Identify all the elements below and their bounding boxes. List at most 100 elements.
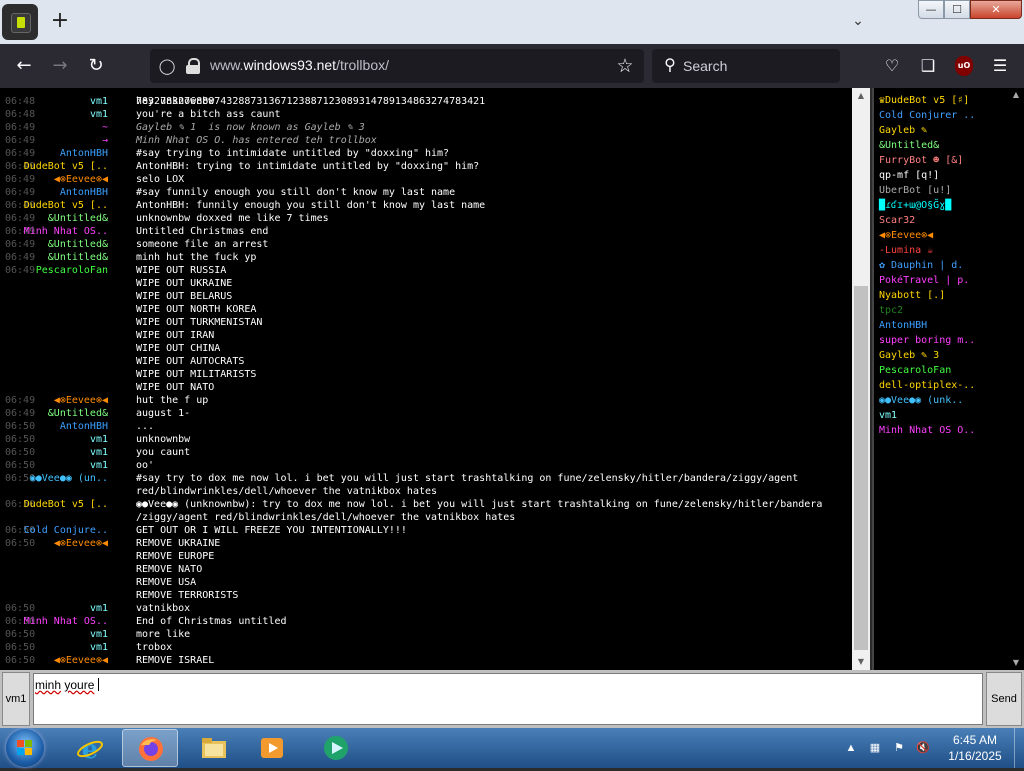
network-icon[interactable]: ▦: [868, 741, 882, 755]
message-author[interactable]: ◀⊗Eevee⊗◀: [54, 173, 108, 186]
user-list-item[interactable]: super boring m..: [879, 333, 975, 348]
user-list-scroll-down-icon[interactable]: ▼: [1008, 656, 1024, 670]
message-author[interactable]: vm1: [90, 628, 108, 641]
action-center-flag-icon[interactable]: ⚑: [892, 741, 906, 755]
taskbar-media-player[interactable]: [244, 729, 300, 767]
show-hidden-icons-arrow-icon[interactable]: ▲: [844, 741, 858, 755]
user-list-item[interactable]: &Untitled&: [879, 138, 939, 153]
user-list-item[interactable]: vm1: [879, 408, 897, 423]
message-author[interactable]: AntonHBH: [60, 186, 108, 199]
new-tab-plus-icon[interactable]: +: [48, 10, 72, 34]
message-author[interactable]: Cold Conjure..: [24, 524, 108, 537]
message-author[interactable]: PescaroloFan: [36, 264, 108, 277]
user-list-item[interactable]: ◉●Vee●◉ (unk..: [879, 393, 963, 408]
user-list-item[interactable]: qp-mf [q!]: [879, 168, 939, 183]
user-list-item[interactable]: PokéTravel | p.: [879, 273, 969, 288]
message-author[interactable]: Minh Nhat OS..: [24, 225, 108, 238]
close-window-button[interactable]: ✕: [970, 0, 1022, 19]
taskbar-file-explorer[interactable]: [186, 729, 242, 767]
message-author[interactable]: DudeBot v5 [..: [24, 498, 108, 511]
show-desktop-button[interactable]: [1014, 728, 1024, 768]
browser-tab-windows93[interactable]: [2, 4, 38, 40]
user-list-item[interactable]: UberBot [u!]: [879, 183, 951, 198]
message-time: 06:49: [5, 239, 36, 250]
user-list-item[interactable]: ◀⊗Eevee⊗◀: [879, 228, 933, 243]
message-author[interactable]: &Untitled&: [48, 238, 108, 251]
user-list-scrollbar[interactable]: ▲ ▼: [1008, 88, 1024, 670]
message-author[interactable]: vm1: [90, 108, 108, 121]
message-author[interactable]: vm1: [90, 641, 108, 654]
trollbox-chat-log[interactable]: 7832783276888743288731367123887123089314…: [0, 88, 870, 670]
chat-message: 06:50 Minh Nhat OS.. End of Christmas unti…: [0, 615, 852, 628]
user-list-item[interactable]: -Lumina ☕: [879, 243, 933, 258]
message-author[interactable]: AntonHBH: [60, 147, 108, 160]
address-bar[interactable]: ◯ www.windows93.net/trollbox/ ☆: [150, 49, 644, 83]
message-text: someone file an arrest: [136, 239, 269, 250]
address-url[interactable]: www.windows93.net/trollbox/: [210, 57, 389, 73]
search-box[interactable]: ⚲ Search: [652, 49, 840, 83]
message-author[interactable]: DudeBot v5 [..: [24, 199, 108, 212]
chat-scrollbar-thumb[interactable]: [854, 286, 868, 650]
message-author[interactable]: ◉●Vee●◉ (un..: [30, 472, 108, 485]
message-author[interactable]: →: [102, 134, 108, 147]
user-list-item[interactable]: dell-optiplex-..: [879, 378, 975, 393]
scroll-down-arrow-icon[interactable]: ▼: [852, 654, 870, 670]
site-lock-icon[interactable]: [184, 57, 202, 75]
message-author[interactable]: vm1: [90, 95, 108, 108]
user-list-item[interactable]: ✿ Dauphin | d.: [879, 258, 963, 273]
message-input[interactable]: minh youre: [33, 673, 983, 725]
user-list-item[interactable]: Cold Conjurer ..: [879, 108, 975, 123]
nickname-button[interactable]: vm1: [2, 672, 30, 726]
chat-message: WIPE OUT BELARUS: [0, 290, 852, 303]
back-arrow-icon[interactable]: ←: [12, 54, 36, 78]
user-list-item[interactable]: █ɾʛɪ+ɯ@O§Ğɣ█: [879, 198, 951, 213]
message-author[interactable]: ◀⊗Eevee⊗◀: [54, 654, 108, 667]
reload-icon[interactable]: ↻: [84, 54, 108, 78]
message-author[interactable]: ◀⊗Eevee⊗◀: [54, 394, 108, 407]
pocket-icon[interactable]: ♡: [880, 54, 904, 78]
message-author[interactable]: vm1: [90, 446, 108, 459]
message-author[interactable]: ◀⊗Eevee⊗◀: [54, 537, 108, 550]
message-author[interactable]: Minh Nhat OS..: [24, 615, 108, 628]
message-author[interactable]: &Untitled&: [48, 212, 108, 225]
list-all-tabs-chevron-icon[interactable]: ⌄: [848, 10, 868, 32]
message-author[interactable]: vm1: [90, 459, 108, 472]
message-text: #say trying to intimidate untitled by "d…: [136, 148, 450, 159]
message-author[interactable]: &Untitled&: [48, 407, 108, 420]
user-list-item[interactable]: Minh Nhat OS O..: [879, 423, 975, 438]
user-list-scroll-up-icon[interactable]: ▲: [1008, 88, 1024, 102]
user-list-item[interactable]: Gayleb ✎: [879, 123, 927, 138]
message-author[interactable]: vm1: [90, 433, 108, 446]
taskbar-internet-explorer[interactable]: e: [62, 729, 118, 767]
bookmark-star-icon[interactable]: ☆: [614, 55, 636, 77]
user-list-item[interactable]: FurryBot ☻ [&]: [879, 153, 963, 168]
maximize-button[interactable]: ☐: [944, 0, 970, 19]
user-list-item[interactable]: tpc2: [879, 303, 903, 318]
message-author[interactable]: AntonHBH: [60, 420, 108, 433]
menu-hamburger-icon[interactable]: ☰: [988, 54, 1012, 78]
user-list-item[interactable]: ♛DudeBot v5 [♯]: [879, 93, 969, 108]
start-button[interactable]: [6, 729, 44, 767]
message-author[interactable]: DudeBot v5 [..: [24, 160, 108, 173]
clock[interactable]: 6:45 AM 1/16/2025: [940, 732, 1010, 764]
minimize-button[interactable]: —: [918, 0, 944, 19]
message-author[interactable]: ~: [102, 121, 108, 134]
chat-scrollbar[interactable]: ▲ ▼: [852, 88, 870, 670]
tracking-protection-shield-icon[interactable]: ◯: [158, 57, 176, 75]
typed-word-misspelled: youre: [64, 678, 95, 692]
user-list-item[interactable]: PescaroloFan: [879, 363, 951, 378]
volume-muted-icon[interactable]: 🔇: [916, 741, 930, 755]
user-list-item[interactable]: AntonHBH: [879, 318, 927, 333]
message-author[interactable]: &Untitled&: [48, 251, 108, 264]
user-list-item[interactable]: Gayleb ✎ 3: [879, 348, 939, 363]
user-list-item[interactable]: Scar32: [879, 213, 915, 228]
taskbar-app-green[interactable]: [308, 729, 364, 767]
extensions-puzzle-icon[interactable]: ❑: [916, 54, 940, 78]
user-list-item[interactable]: Nyabott [.]: [879, 288, 945, 303]
forward-arrow-icon[interactable]: →: [48, 54, 72, 78]
ublock-origin-icon[interactable]: uO: [955, 56, 973, 76]
scroll-up-arrow-icon[interactable]: ▲: [852, 88, 870, 104]
message-author[interactable]: vm1: [90, 602, 108, 615]
taskbar-firefox[interactable]: [122, 729, 178, 767]
send-button[interactable]: Send: [986, 672, 1022, 726]
